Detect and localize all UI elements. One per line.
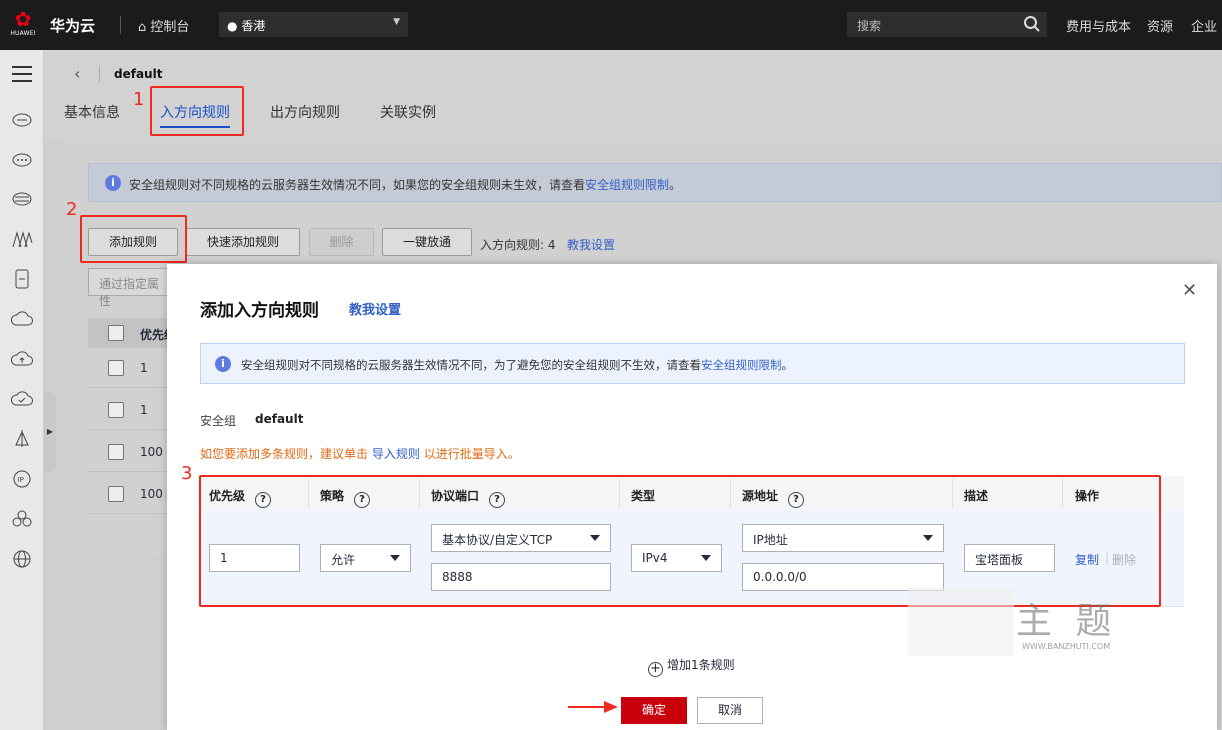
info-icon: i [215,356,231,372]
huawei-logo[interactable]: ✿ HUAWEI [8,8,38,42]
table-row[interactable]: 1 [88,390,173,430]
logo-text: HUAWEI [10,30,36,37]
page-title: default [114,67,163,81]
import-hint: 如您要添加多条规则，建议单击 导入规则 以进行批量导入。 [200,445,520,462]
add-one-rule-button[interactable]: + 增加1条规则 [648,656,735,677]
bandwidth-icon[interactable] [10,227,34,251]
allow-all-button[interactable]: 一键放通 [382,228,472,256]
region-label: 香港 [241,19,266,33]
nav-cost[interactable]: 费用与成本 [1066,16,1131,35]
location-pin-icon: ● [227,19,238,33]
globe-icon[interactable] [10,547,34,571]
annotation-box-1 [150,86,244,136]
delete-button[interactable]: 删除 [309,228,374,256]
sidebar-collapse-handle[interactable]: ▶ [44,392,56,472]
info-banner: i 安全组规则对不同规格的云服务器生效情况不同，如果您的安全组规则未生效，请查看… [88,163,1222,202]
dialog-info-end: 。 [781,358,794,372]
table-row[interactable]: 1 [88,348,173,388]
row-priority: 1 [140,361,148,375]
search-icon[interactable] [1023,15,1041,33]
cloud-server-icon[interactable] [10,107,34,131]
topbar-divider [120,16,121,34]
annotation-number-1: 1 [133,89,145,110]
console-link[interactable]: ⌂ 控制台 [138,16,189,35]
filter-input[interactable]: 通过指定属性 [88,268,173,308]
nav-enterprise[interactable]: 企业 [1191,16,1217,35]
annotation-number-2: 2 [66,199,78,220]
annotation-box-2 [80,215,187,263]
security-group-label: 安全组 [200,414,237,428]
svg-text:IP: IP [18,476,24,484]
info-link[interactable]: 安全组规则限制 [585,178,669,192]
close-icon[interactable]: ✕ [1182,280,1197,301]
home-icon: ⌂ [138,20,147,35]
row-checkbox[interactable] [108,486,124,502]
row-checkbox[interactable] [108,444,124,460]
nav-resources[interactable]: 资源 [1147,16,1173,35]
row-priority: 1 [140,403,148,417]
search-input[interactable]: 搜索 [847,12,1047,37]
annotation-box-3 [199,475,1161,607]
storage-icon[interactable] [10,267,34,291]
add-one-rule-label: 增加1条规则 [667,658,735,672]
tab-basic-info[interactable]: 基本信息 [64,102,120,122]
header-divider [99,66,100,82]
security-group-value: default [255,412,304,426]
table-row[interactable]: 100 [88,432,173,472]
info-text: 安全组规则对不同规格的云服务器生效情况不同，如果您的安全组规则未生效，请查看 [129,178,586,192]
row-priority: 100 [140,445,163,459]
col-priority: 优先级 [140,328,170,342]
sail-icon[interactable] [10,427,34,451]
info-end: 。 [669,178,682,192]
rules-table-header: 优先级 [88,318,173,348]
cloud-icon[interactable] [10,307,34,331]
tab-outbound-rules[interactable]: 出方向规则 [270,102,340,122]
left-sidebar: IP [0,50,44,730]
tab-associated-instances[interactable]: 关联实例 [380,102,436,122]
dialog-info-link[interactable]: 安全组规则限制 [701,358,782,372]
row-checkbox[interactable] [108,402,124,418]
table-row[interactable]: 100 [88,474,173,514]
select-all-checkbox[interactable] [108,325,124,341]
watermark-text: 主 题 [1016,601,1118,642]
huawei-petals-icon: ✿ [14,7,32,31]
row-checkbox[interactable] [108,360,124,376]
search-placeholder: 搜索 [857,19,882,33]
dialog-info-text: 安全组规则对不同规格的云服务器生效情况不同，为了避免您的安全组规则不生效，请查看 [241,358,701,372]
cloud-dots-icon[interactable] [10,147,34,171]
chevron-down-icon: ▼ [393,17,400,27]
inbound-rule-count: 入方向规则: 4 [480,238,556,252]
watermark-logo-bg [908,588,1014,656]
help-link[interactable]: 教我设置 [567,236,615,253]
cloud-upload-icon[interactable] [10,347,34,371]
import-hint-pre: 如您要添加多条规则，建议单击 [200,447,369,461]
dialog-help-link[interactable]: 教我设置 [349,299,401,318]
dialog-info-banner: i 安全组规则对不同规格的云服务器生效情况不同，为了避免您的安全组规则不生效，请… [200,343,1185,384]
cancel-button[interactable]: 取消 [697,697,763,724]
import-hint-post: 以进行批量导入。 [423,447,520,461]
annotation-arrow-icon [568,701,618,713]
dialog-title: 添加入方向规则 [200,301,319,321]
ip-icon[interactable]: IP [10,467,34,491]
annotation-number-3: 3 [181,463,193,484]
brand-name[interactable]: 华为云 [50,15,95,36]
row-priority: 100 [140,487,163,501]
console-label: 控制台 [150,20,190,35]
database-icon[interactable] [10,187,34,211]
cloud-check-icon[interactable] [10,387,34,411]
confirm-button[interactable]: 确定 [621,697,687,724]
import-rules-link[interactable]: 导入规则 [372,447,420,461]
menu-icon[interactable] [10,62,34,86]
cluster-icon[interactable] [10,507,34,531]
watermark-url: WWW.BANZHUTI.COM [1022,642,1111,651]
info-icon: i [105,175,121,191]
plus-circle-icon: + [648,662,663,677]
back-arrow-icon[interactable]: ‹ [74,64,80,83]
region-selector[interactable]: ● 香港 ▼ [219,12,408,37]
quick-add-rule-button[interactable]: 快速添加规则 [186,228,300,256]
